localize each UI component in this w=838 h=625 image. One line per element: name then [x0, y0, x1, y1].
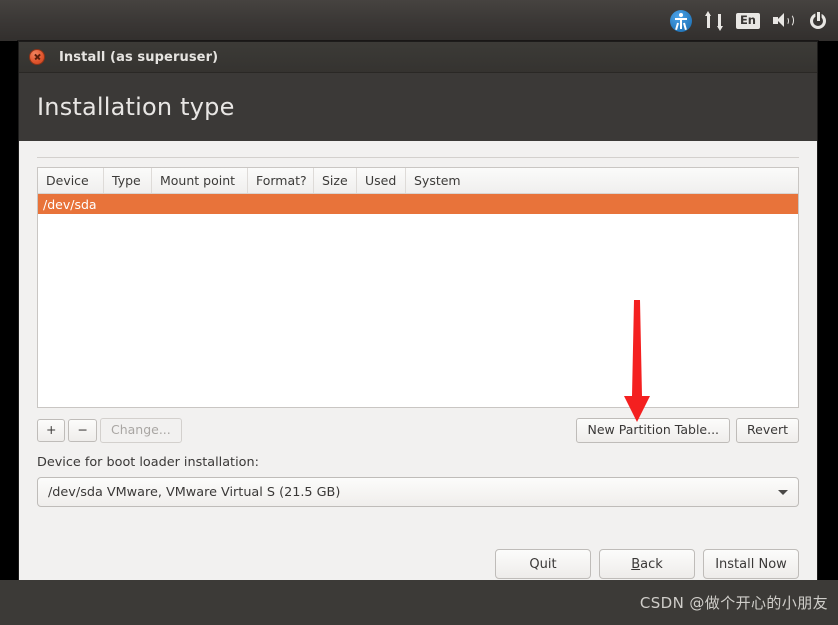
table-cell-device: /dev/sda	[43, 196, 97, 212]
add-partition-button[interactable]: +	[37, 418, 66, 442]
action-button-row: Quit Back Install Now	[495, 549, 799, 579]
bootloader-device-select[interactable]: /dev/sda VMware, VMware Virtual S (21.5 …	[37, 477, 799, 507]
network-icon	[704, 10, 723, 31]
page-header: Installation type	[19, 73, 817, 141]
volume-icon	[773, 12, 795, 30]
partition-toolbar: + − Change... New Partition Table... Rev…	[37, 417, 799, 443]
desktop-background-right	[818, 41, 838, 580]
bootloader-device-value: /dev/sda VMware, VMware Virtual S (21.5 …	[48, 484, 341, 500]
partition-table-header: Device Type Mount point Format? Size Use…	[38, 168, 798, 194]
install-now-button[interactable]: Install Now	[703, 549, 799, 579]
accessibility-indicator[interactable]	[669, 9, 692, 32]
close-icon[interactable]	[29, 49, 45, 65]
window-content: Device Type Mount point Format? Size Use…	[19, 157, 817, 597]
chevron-down-icon	[778, 489, 788, 495]
column-header-format[interactable]: Format?	[248, 168, 314, 193]
desktop-background-left	[0, 41, 18, 580]
column-header-used[interactable]: Used	[357, 168, 406, 193]
window-titlebar: Install (as superuser)	[19, 42, 817, 73]
window-title: Install (as superuser)	[59, 49, 219, 65]
partition-table[interactable]: Device Type Mount point Format? Size Use…	[37, 167, 799, 408]
back-button-mnemonic: B	[631, 556, 641, 572]
quit-button[interactable]: Quit	[495, 549, 591, 579]
partition-toolbar-left: + − Change...	[37, 417, 182, 443]
column-header-device[interactable]: Device	[38, 168, 104, 193]
partition-toolbar-right: New Partition Table... Revert	[576, 417, 799, 443]
remove-partition-button[interactable]: −	[68, 418, 97, 442]
column-header-type[interactable]: Type	[104, 168, 152, 193]
new-partition-table-button[interactable]: New Partition Table...	[576, 417, 731, 443]
installer-window: Install (as superuser) Installation type…	[18, 41, 818, 597]
back-button-label: ack	[640, 556, 663, 572]
content-divider	[37, 157, 799, 158]
desktop-top-panel: En	[0, 0, 838, 41]
session-menu-indicator[interactable]	[808, 11, 828, 31]
keyboard-layout-indicator[interactable]: En	[735, 12, 760, 29]
screen-root: En Install (as superuser) Installation t…	[0, 0, 838, 625]
bootloader-label: Device for boot loader installation:	[37, 455, 259, 470]
accessibility-icon	[669, 9, 692, 32]
revert-button[interactable]: Revert	[736, 417, 799, 443]
accessibility-icon-legs	[675, 22, 687, 31]
column-header-size[interactable]: Size	[314, 168, 357, 193]
table-row[interactable]: /dev/sda	[38, 194, 798, 214]
back-button[interactable]: Back	[599, 549, 695, 579]
watermark-text: CSDN @做个开心的小朋友	[639, 594, 828, 612]
column-header-system[interactable]: System	[406, 168, 798, 193]
network-indicator[interactable]	[704, 10, 723, 31]
volume-indicator[interactable]	[773, 12, 795, 30]
page-title: Installation type	[37, 93, 235, 121]
column-header-mountpoint[interactable]: Mount point	[152, 168, 248, 193]
session-menu-icon	[808, 11, 828, 31]
change-partition-button: Change...	[99, 417, 182, 443]
indicator-area: En	[669, 0, 828, 41]
